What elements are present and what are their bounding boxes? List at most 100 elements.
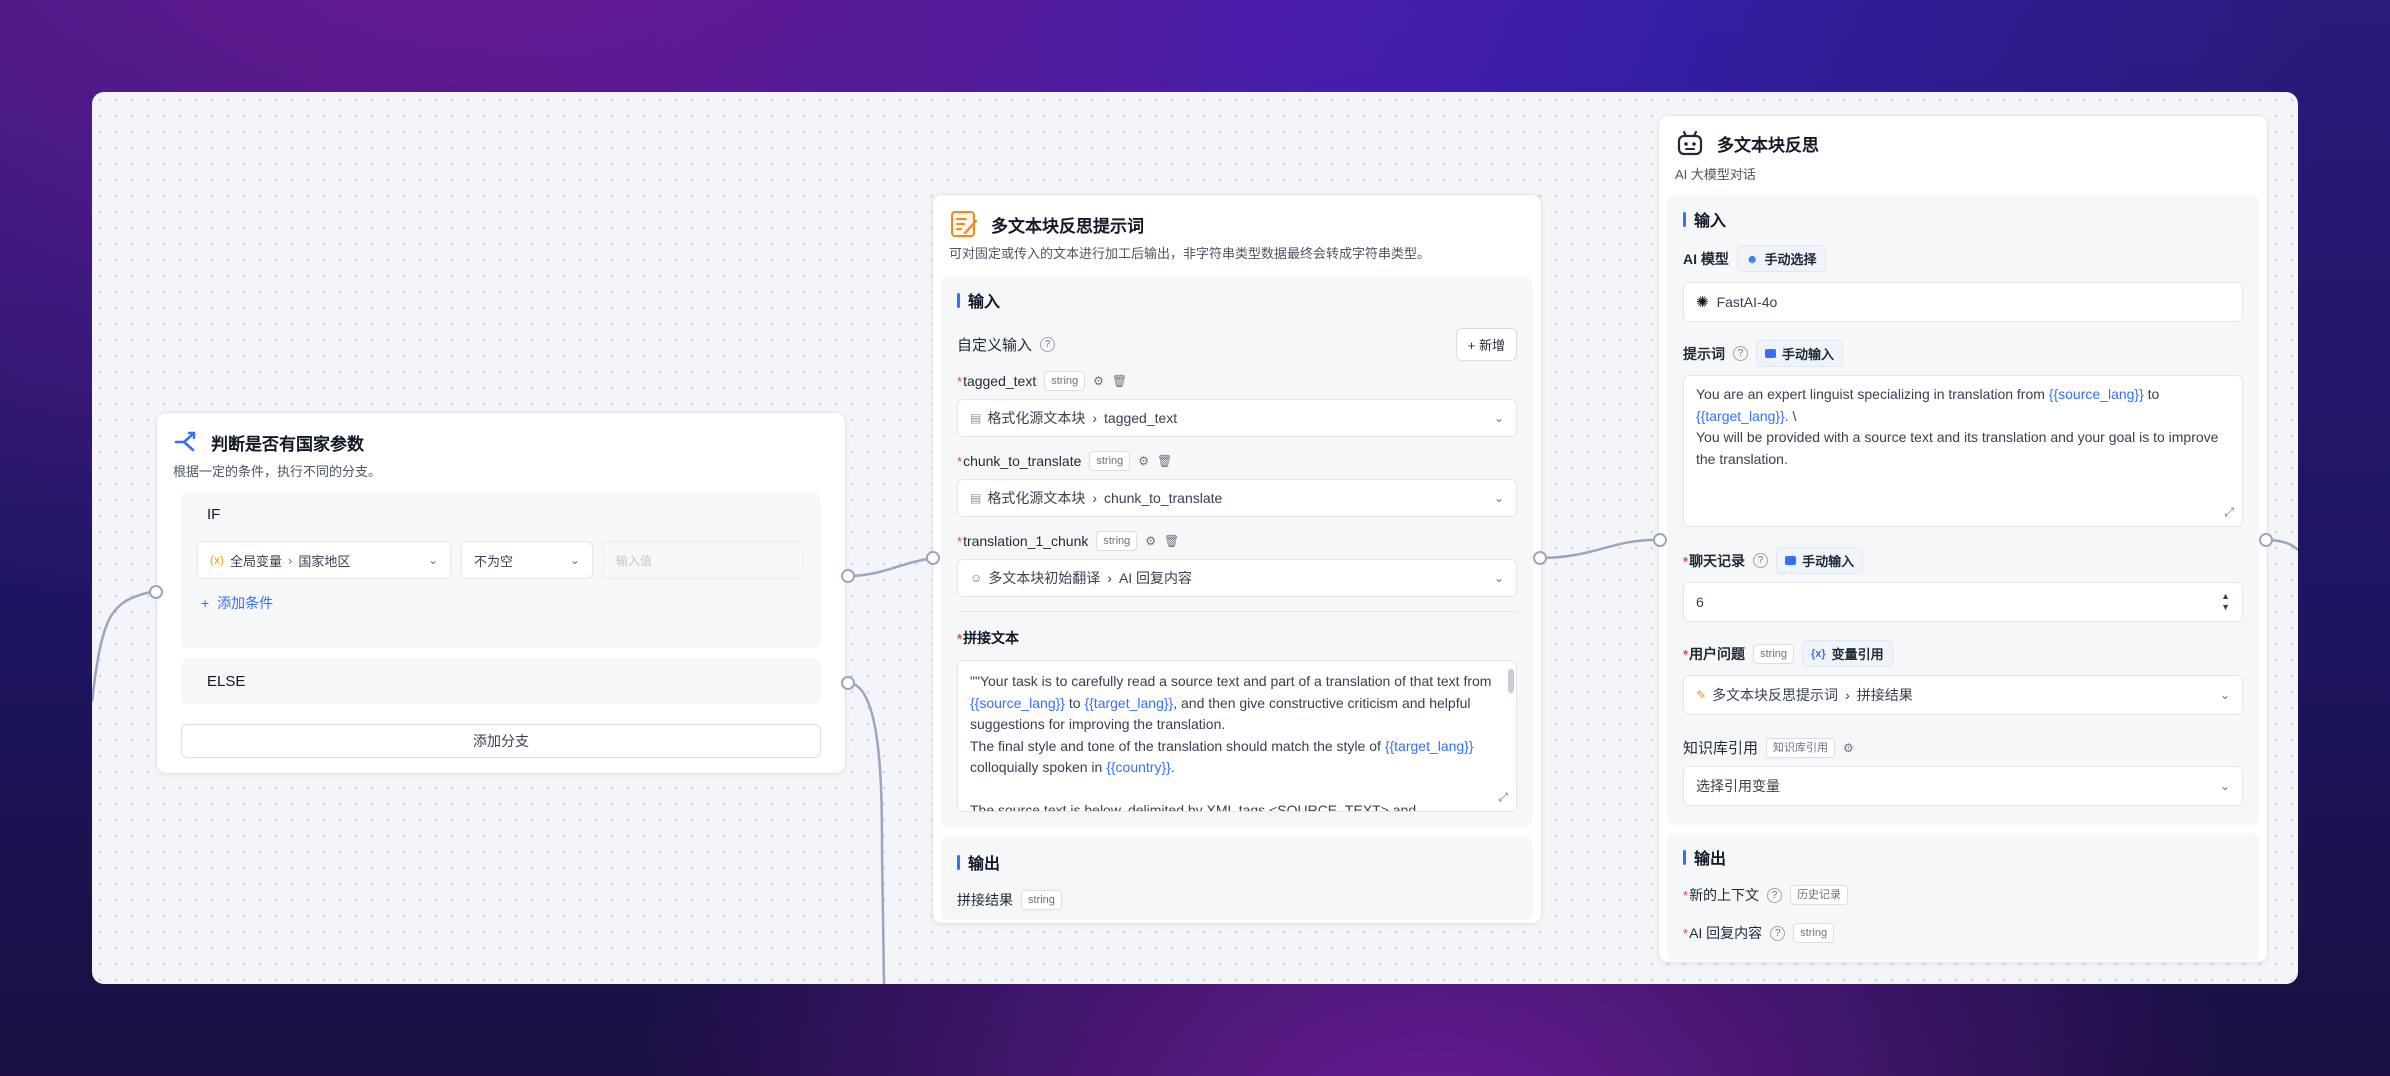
edit-note-icon [951, 211, 978, 237]
condition-variable-select[interactable]: (x) 全局变量 › 国家地区 ⌄ [197, 541, 451, 579]
trash-icon[interactable]: 🗑 [1157, 454, 1172, 468]
variable-name: 国家地区 [298, 553, 351, 569]
custom-input-item: *tagged_text string ⚙ 🗑 ▤ 格式化源文本块 › tagg… [957, 371, 1517, 437]
kb-placeholder: 选择引用变量 [1696, 778, 1780, 794]
edge-prompt-to-ai [1539, 538, 1655, 560]
add-condition-button[interactable]: + 添加条件 [197, 593, 805, 613]
prompt-text-node[interactable]: 多文本块反思提示词 可对固定或传入的文本进行加工后输出，非字符串类型数据最终会转… [932, 194, 1542, 924]
chevron-down-icon: ⌄ [427, 553, 438, 567]
concat-text-label: *拼接文本 [957, 630, 1020, 646]
keyboard-icon [1765, 349, 1776, 358]
else-branch: ELSE [181, 658, 821, 704]
input-name: chunk_to_translate [963, 453, 1082, 469]
prompt-input-handle[interactable] [926, 551, 940, 565]
model-value: FastAI-4o [1716, 294, 1778, 310]
variable-token: {{target_lang}} [1084, 694, 1174, 711]
concat-text-content: ""Your task is to carefully read a sourc… [970, 671, 1494, 811]
question-reference-select[interactable]: ✎ 多文本块反思提示词 › 拼接结果 ⌄ [1683, 675, 2243, 715]
input-reference-select[interactable]: ▤ 格式化源文本块 › tagged_text ⌄ [957, 399, 1517, 437]
question-source: 多文本块反思提示词 [1712, 687, 1839, 703]
prompt-input-section: 输入 自定义输入 ? + 新增 *tagged_text string ⚙ 🗑 … [941, 276, 1533, 828]
variable-token: {{target_lang}} [1696, 407, 1785, 424]
expand-icon[interactable]: ⤢ [2224, 505, 2234, 520]
robot-icon: ☻ [1745, 251, 1759, 266]
variable-token: {{target_lang}} [1384, 737, 1474, 754]
gear-icon[interactable]: ⚙ [1138, 454, 1149, 468]
edge-else-down [847, 681, 886, 984]
operator-value: 不为空 [474, 553, 514, 569]
history-mode-tag[interactable]: 手动输入 [1776, 547, 1864, 574]
help-icon: ? [1767, 887, 1783, 903]
reference-target: tagged_text [1104, 410, 1178, 426]
condition-node[interactable]: 判断是否有国家参数 根据一定的条件，执行不同的分支。 IF (x) 全局变量 ›… [156, 412, 846, 774]
stepper-down-icon[interactable]: ▼ [2221, 602, 2230, 613]
prompt-content: You are an expert linguist specializing … [1696, 384, 2230, 470]
else-output-handle[interactable] [841, 676, 855, 690]
question-mode-tag[interactable]: {x} 变量引用 [1801, 640, 1893, 667]
prompt-editor[interactable]: You are an expert linguist specializing … [1683, 375, 2243, 527]
reference-source: 多文本块初始翻译 [988, 570, 1101, 586]
input-reference-select[interactable]: ▤ 格式化源文本块 › chunk_to_translate ⌄ [957, 479, 1517, 517]
text-block-icon: ▤ [970, 491, 982, 505]
condition-node-description: 根据一定的条件，执行不同的分支。 [173, 464, 382, 479]
custom-input-item: *chunk_to_translate string ⚙ 🗑 ▤ 格式化源文本块… [957, 451, 1517, 517]
reference-source: 格式化源文本块 [987, 410, 1086, 426]
trash-icon[interactable]: 🗑 [1164, 534, 1179, 548]
input-reference-select[interactable]: ☺ 多文本块初始翻译 › AI 回复内容 ⌄ [957, 559, 1517, 597]
chevron-down-icon: ⌄ [1493, 571, 1504, 585]
trash-icon[interactable]: 🗑 [1112, 374, 1127, 388]
add-branch-button[interactable]: 添加分支 [181, 724, 821, 758]
if-label: IF [207, 506, 221, 523]
kb-reference-select[interactable]: 选择引用变量 ⌄ [1683, 766, 2243, 806]
chevron-down-icon: ⌄ [569, 553, 580, 567]
stepper-up-icon[interactable]: ▲ [2221, 591, 2230, 602]
prompt-output-handle[interactable] [1533, 551, 1547, 565]
workflow-canvas[interactable]: 判断是否有国家参数 根据一定的条件，执行不同的分支。 IF (x) 全局变量 ›… [92, 92, 2298, 984]
input-type-badge: string [1096, 531, 1138, 551]
condition-value-input[interactable]: 输入值 [603, 541, 803, 579]
prompt-node-description: 可对固定或传入的文本进行加工后输出，非字符串类型数据最终会转成字符串类型。 [949, 246, 1431, 261]
output-type-badge: string [1793, 923, 1835, 943]
model-mode-tag[interactable]: ☻ 手动选择 [1736, 245, 1826, 272]
concat-text-editor[interactable]: ""Your task is to carefully read a sourc… [957, 660, 1517, 812]
variable-token: {{source_lang}} [970, 694, 1065, 711]
history-row: *聊天记录 ? 手动输入 [1683, 547, 2243, 574]
condition-input-handle[interactable] [149, 585, 163, 599]
chevron-right-icon: › [1092, 490, 1098, 506]
model-select[interactable]: ✺ FastAI-4o [1683, 282, 2243, 322]
output-type-badge: 历史记录 [1790, 885, 1849, 905]
if-output-handle[interactable] [841, 569, 855, 583]
scrollbar[interactable] [1508, 669, 1514, 693]
stepper[interactable]: ▲ ▼ [2221, 591, 2230, 613]
edge-if-to-prompt [847, 556, 935, 578]
history-value: 6 [1696, 594, 1704, 610]
ai-output-handle[interactable] [2259, 533, 2273, 547]
gear-icon[interactable]: ⚙ [1843, 741, 1854, 755]
prompt-label: 提示词 [1683, 345, 1725, 362]
gear-icon[interactable]: ⚙ [1145, 534, 1156, 548]
chevron-down-icon: ⌄ [2219, 688, 2230, 702]
kb-row: 知识库引用 知识库引用 ⚙ [1683, 737, 2243, 758]
chevron-right-icon: › [1107, 570, 1112, 586]
kb-badge: 知识库引用 [1766, 737, 1836, 758]
output-item: 拼接结果 string [957, 890, 1517, 910]
ai-node-title: 多文本块反思 [1717, 135, 1819, 155]
text-segment: to [2147, 386, 2160, 402]
expand-icon[interactable]: ⤢ [1498, 790, 1508, 805]
model-label: AI 模型 [1683, 250, 1729, 267]
output-type-badge: string [1021, 890, 1062, 910]
ai-node-header: 多文本块反思 [1659, 116, 2267, 158]
gear-icon[interactable]: ⚙ [1093, 374, 1104, 388]
chevron-down-icon: ⌄ [2219, 779, 2230, 793]
custom-input-item: *translation_1_chunk string ⚙ 🗑 ☺ 多文本块初始… [957, 531, 1517, 597]
question-target: 拼接结果 [1856, 687, 1913, 703]
question-type-badge: string [1753, 643, 1794, 664]
history-number-input[interactable]: 6 ▲ ▼ [1683, 582, 2243, 622]
add-input-button[interactable]: + 新增 [1455, 328, 1517, 361]
prompt-mode-tag[interactable]: 手动输入 [1756, 340, 1844, 367]
ai-chat-node[interactable]: 多文本块反思 AI 大模型对话 输入 AI 模型 ☻ 手动选择 ✺ FastAI… [1658, 115, 2268, 963]
operator-select[interactable]: 不为空 ⌄ [461, 541, 593, 579]
variable-icon: (x) [210, 553, 224, 567]
ai-input-handle[interactable] [1653, 533, 1667, 547]
else-label: ELSE [207, 672, 246, 690]
